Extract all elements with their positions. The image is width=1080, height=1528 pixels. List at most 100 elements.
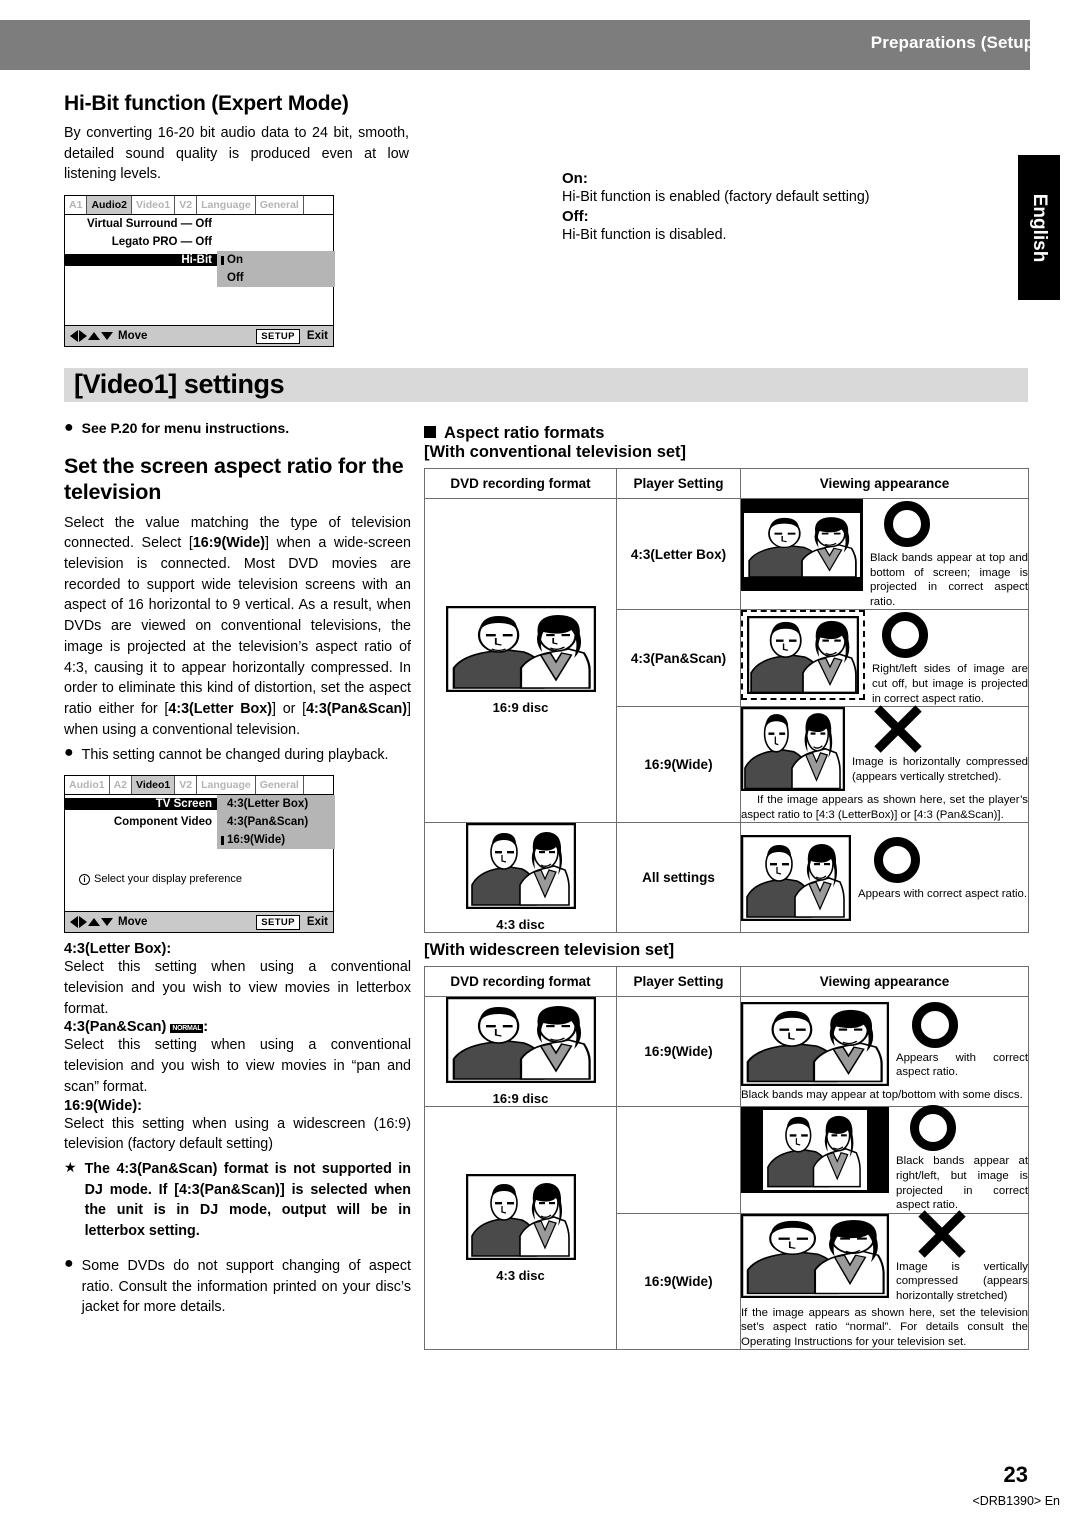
disc-caption-169: 16:9 disc (492, 700, 549, 716)
hibit-on-label: On: (562, 170, 588, 187)
conventional-tv-table: DVD recording format Player Setting View… (424, 468, 1029, 934)
photo2-4-3 (465, 1173, 576, 1260)
osd1-tab-v2[interactable]: V2 (175, 196, 198, 215)
photo2-stretched (741, 1213, 889, 1298)
widescreen-tv-table: DVD recording format Player Setting View… (424, 966, 1029, 1351)
setting-panscan: 4:3(Pan&Scan) (616, 609, 741, 708)
playback-note-text: This setting cannot be changed during pl… (81, 746, 389, 763)
osd1-move-label: Move (118, 330, 148, 343)
th2-player-setting: Player Setting (616, 966, 741, 998)
disc-support-note: ● Some DVDs do not support changing of a… (64, 1254, 411, 1318)
osd1-tab-language[interactable]: Language (197, 196, 256, 215)
table-header-row: DVD recording format Player Setting View… (424, 468, 1029, 499)
disc-cell2-169: 16:9 disc (424, 996, 617, 1108)
osd2-dropdown[interactable]: 4:3(Letter Box) 4:3(Pan&Scan) 16:9(Wide) (217, 795, 335, 850)
osd2-footer: Move SETUP Exit (65, 911, 333, 933)
osd1-tab-bar: A1 Audio2 Video1 V2 Language General (65, 196, 333, 216)
language-side-tab-label: English (1029, 193, 1050, 262)
view-all: Appears with correct aspect ratio. (740, 822, 1029, 934)
view2-stretched: Image is vertically compressed (appears … (740, 1210, 1029, 1351)
table-row: 4:3 disc All settings Appears with corre… (424, 822, 1029, 934)
photo-4-3 (465, 823, 576, 910)
document-id: <DRB1390> En (972, 1494, 1060, 1508)
disc-cell-169: 16:9 disc (424, 497, 617, 824)
osd2-tab-language[interactable]: Language (197, 776, 256, 795)
osd1-dropdown-item-on[interactable]: On (217, 251, 335, 269)
page-header-title: Preparations (Setup) (870, 33, 1040, 52)
photo-wide-compressed (741, 707, 845, 792)
osd1-body: Virtual Surround — Off Legato PRO — Off … (65, 215, 335, 326)
dpad-arrows-icon (70, 916, 113, 929)
osd2-exit-label: Exit (306, 916, 328, 929)
def-letterbox-text: Select this setting when using a convent… (64, 959, 411, 1017)
th-viewing-appearance: Viewing appearance (740, 468, 1029, 499)
disc-caption2-43: 4:3 disc (496, 1267, 545, 1283)
osd2-tab-video1[interactable]: Video1 (132, 776, 176, 795)
osd1-footer: Move SETUP Exit (65, 325, 333, 347)
desc2-stretched-full: If the image appears as shown here, set … (741, 1306, 1028, 1348)
table-row: 4:3 disc Black bands appear at right/lef… (424, 1105, 1029, 1351)
osd2-dropdown-item-panscan[interactable]: 4:3(Pan&Scan) (217, 813, 335, 831)
osd2-setup-key[interactable]: SETUP (256, 914, 300, 930)
disc-cell2-43: 4:3 disc (424, 1106, 617, 1351)
osd1-dropdown-item-off[interactable]: Off (217, 269, 335, 287)
osd1-row-hibit-label: Hi-Bit (65, 254, 217, 267)
th-player-setting: Player Setting (616, 468, 741, 499)
osd2-tab-general[interactable]: General (255, 776, 304, 795)
bullet-icon: ● (64, 1254, 74, 1272)
left-column: ● See P.20 for menu instructions. Set th… (64, 420, 411, 1318)
osd2-tab-audio1[interactable]: Audio1 (65, 776, 110, 795)
setting2-wide-43: 16:9(Wide) (616, 1212, 741, 1351)
table-row: 16:9 disc 16:9(Wide) Appears with correc… (424, 996, 1029, 1108)
osd1-tab-a1[interactable]: A1 (65, 196, 88, 215)
hibit-on-text: Hi-Bit function is enabled (factory defa… (562, 189, 870, 205)
view-letterbox: Black bands appear at top and bottom of … (740, 497, 1029, 611)
view2-wide: Appears with correct aspect ratio. Black… (740, 996, 1029, 1108)
def-letterbox-title: 4:3(Letter Box): (64, 941, 172, 958)
osd2-tab-v2[interactable]: V2 (175, 776, 198, 795)
osd2-tab-spacer (303, 776, 333, 795)
osd2-dropdown-item-letterbox[interactable]: 4:3(Letter Box) (217, 795, 335, 813)
osd1-dropdown[interactable]: On Off (217, 251, 335, 288)
ok-ring-icon (882, 612, 928, 659)
photo-all-settings (741, 834, 851, 921)
desc2-wide-full: Black bands may appear at top/bottom wit… (741, 1088, 1023, 1101)
desc2-pillarbox: Black bands appear at right/left, but im… (896, 1155, 1028, 1212)
osd1-row-legato-pro-label: Legato PRO — Off (111, 236, 212, 249)
osd1-exit-label: Exit (306, 330, 328, 343)
osd2-body: TV Screen Component Video 4:3(Letter Box… (65, 795, 335, 912)
desc-all: Appears with correct aspect ratio. (858, 887, 1028, 900)
photo2-pillarbox (741, 1107, 889, 1194)
dj-mode-note: ★ The 4:3(Pan&Scan) format is not suppor… (64, 1159, 411, 1242)
page-number: 23 (1003, 1462, 1028, 1487)
osd2-tab-a2[interactable]: A2 (109, 776, 133, 795)
table-row: 16:9 disc 4:3(Letter Box) Black bands ap… (424, 497, 1029, 824)
playback-note: ● This setting cannot be changed during … (64, 744, 411, 766)
aspect-ratio-paragraph: Select the value matching the type of te… (64, 514, 411, 738)
osd1-tab-general[interactable]: General (255, 196, 304, 215)
osd1-tab-audio2[interactable]: Audio2 (87, 196, 133, 215)
info-icon: i (79, 873, 90, 885)
th2-viewing-appearance: Viewing appearance (740, 966, 1029, 998)
table2-title: [With widescreen television set] (424, 941, 675, 960)
setting-letterbox: 4:3(Letter Box) (616, 497, 741, 611)
osd1-setup-key[interactable]: SETUP (256, 328, 300, 344)
hibit-off-label: Off: (562, 207, 589, 225)
th2-dvd-format: DVD recording format (424, 966, 617, 998)
aspect-formats-title-text: Aspect ratio formats (444, 424, 605, 442)
osd1-row-virtual-surround[interactable]: Virtual Surround — Off (65, 215, 333, 233)
ng-cross-icon (918, 1210, 966, 1258)
ok-ring-icon (874, 836, 920, 883)
hibit-onoff-descriptions: On: Hi-Bit function is enabled (factory … (562, 170, 962, 245)
osd1-tab-video1[interactable]: Video1 (132, 196, 176, 215)
osd1-row-legato-pro[interactable]: Legato PRO — Off (65, 233, 333, 251)
hibit-intro: By converting 16-20 bit audio data to 24… (64, 125, 409, 183)
osd2-dropdown-item-wide[interactable]: 16:9(Wide) (217, 831, 335, 849)
selection-marker-icon (221, 255, 224, 265)
view-wide-conv: Image is horizontally compressed (appear… (740, 706, 1029, 824)
hibit-section: Hi-Bit function (Expert Mode) By convert… (64, 92, 409, 348)
setting-definitions: 4:3(Letter Box): Select this setting whe… (64, 941, 411, 1155)
osd2-row-component-video-label: Component Video (113, 816, 212, 829)
section-banner-title: [Video1] settings (74, 369, 285, 399)
section-banner: [Video1] settings (64, 368, 1028, 402)
